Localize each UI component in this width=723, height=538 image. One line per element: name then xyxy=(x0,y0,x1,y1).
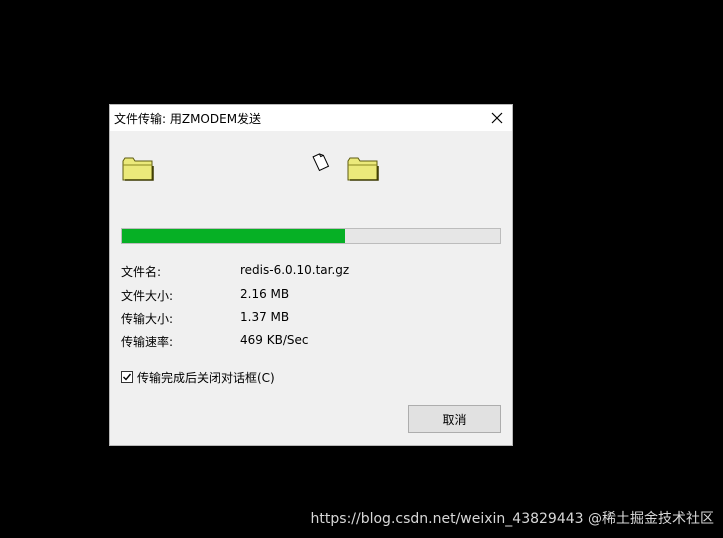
window-title: 文件传输: 用ZMODEM发送 xyxy=(114,112,262,126)
file-size-value: 2.16 MB xyxy=(240,287,290,301)
filename-label: 文件名: xyxy=(121,265,162,279)
close-on-complete-option[interactable]: 传输完成后关闭对话框(C) xyxy=(121,369,275,385)
filename-value: redis-6.0.10.tar.gz xyxy=(240,263,350,277)
transfer-rate-value: 469 KB/Sec xyxy=(240,333,309,347)
destination-folder-icon xyxy=(347,157,379,181)
watermark-text: https://blog.csdn.net/weixin_43829443 @稀… xyxy=(310,511,714,527)
transfer-progress-bar xyxy=(121,228,501,244)
transfer-rate-label: 传输速率: xyxy=(121,335,174,349)
zmodem-transfer-dialog: 文件传输: 用ZMODEM发送 文件名: redis-6.0.10.tar.gz… xyxy=(109,104,513,446)
close-icon xyxy=(491,112,503,124)
file-size-label: 文件大小: xyxy=(121,289,174,303)
file-icon xyxy=(312,153,330,172)
cancel-button[interactable]: 取消 xyxy=(408,405,501,433)
title-bar[interactable]: 文件传输: 用ZMODEM发送 xyxy=(110,105,512,131)
source-folder-icon xyxy=(122,157,154,181)
transferred-size-value: 1.37 MB xyxy=(240,310,290,324)
transferred-size-label: 传输大小: xyxy=(121,312,174,326)
checkmark-icon xyxy=(123,373,132,381)
close-on-complete-label: 传输完成后关闭对话框(C) xyxy=(137,370,275,385)
progress-fill xyxy=(122,229,346,243)
close-button[interactable] xyxy=(482,105,512,131)
close-on-complete-checkbox[interactable] xyxy=(121,371,133,383)
